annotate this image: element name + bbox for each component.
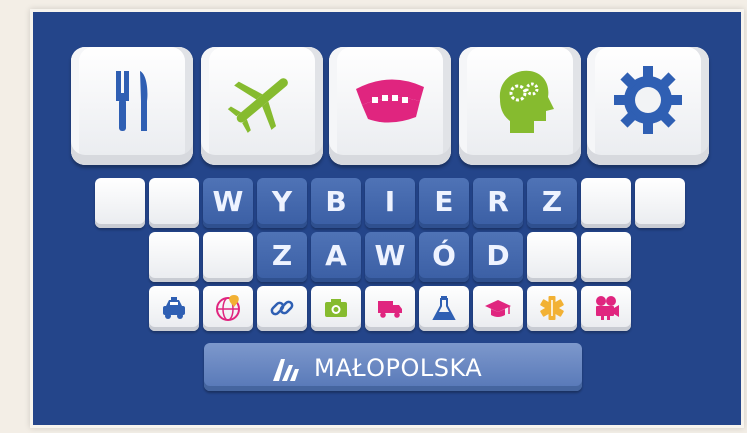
letter-key: I: [365, 178, 415, 228]
head-gears-icon: [499, 70, 554, 133]
letter-key: W: [365, 232, 415, 282]
letter-key: D: [473, 232, 523, 282]
key-geography: [203, 286, 253, 331]
keyboard-poster: W Y B I E R Z Z A W Ó D MAŁOPOLSKA: [30, 9, 744, 428]
blank-key: [95, 178, 145, 228]
letter-key: Ó: [419, 232, 469, 282]
brand-name: MAŁOPOLSKA: [314, 354, 483, 382]
key-tourism: [201, 47, 323, 165]
camera-icon: [325, 299, 347, 317]
globe-pin-icon: [216, 295, 240, 321]
letter-key: Z: [257, 232, 307, 282]
blank-key: [149, 178, 199, 228]
letter-key: W: [203, 178, 253, 228]
letter-key: B: [311, 178, 361, 228]
dental-jaw-icon: [356, 79, 424, 123]
brand-space-bar: MAŁOPOLSKA: [204, 343, 582, 391]
key-driver: [149, 286, 199, 331]
key-it: [257, 286, 307, 331]
medical-star-icon: [540, 296, 564, 320]
key-logistics: [365, 286, 415, 331]
letter-key: Y: [257, 178, 307, 228]
blank-key: [635, 178, 685, 228]
blank-key: [581, 232, 631, 282]
key-film: [581, 286, 631, 331]
key-photography: [311, 286, 361, 331]
letter-key: R: [473, 178, 523, 228]
letter-key: Z: [527, 178, 577, 228]
malopolska-logo-icon: [273, 359, 299, 381]
blank-key: [149, 232, 199, 282]
truck-icon: [378, 301, 402, 318]
letter-key: E: [419, 178, 469, 228]
flask-icon: [432, 296, 456, 320]
key-engineering: [587, 47, 709, 165]
blank-key: [527, 232, 577, 282]
blank-key: [581, 178, 631, 228]
key-education: [473, 286, 523, 331]
key-chemistry: [419, 286, 469, 331]
graduation-cap-icon: [485, 300, 511, 317]
car-icon: [163, 297, 185, 319]
key-dentistry: [329, 47, 451, 165]
key-gastronomy: [71, 47, 193, 165]
film-camera-icon: [596, 296, 619, 320]
key-medicine: [527, 286, 577, 331]
link-icon: [270, 300, 294, 316]
letter-key: A: [311, 232, 361, 282]
blank-key: [203, 232, 253, 282]
airplane-icon: [227, 78, 288, 133]
fork-knife-icon: [116, 71, 148, 131]
key-psychology: [459, 47, 581, 165]
gear-icon: [614, 66, 682, 134]
